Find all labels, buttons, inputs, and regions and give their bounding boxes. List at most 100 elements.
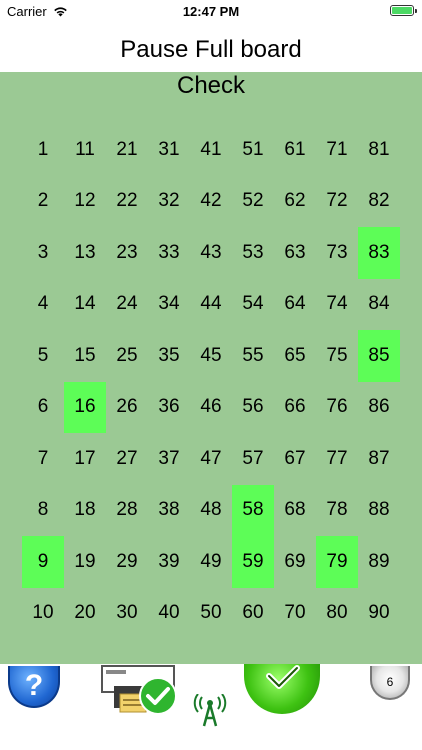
- number-cell[interactable]: 18: [64, 485, 106, 537]
- number-cell[interactable]: 28: [106, 485, 148, 537]
- number-cell[interactable]: 5: [22, 330, 64, 382]
- number-cell[interactable]: 58: [232, 484, 274, 536]
- help-icon-glyph: ?: [24, 669, 44, 702]
- number-cell[interactable]: 74: [316, 279, 358, 331]
- number-cell[interactable]: 69: [274, 536, 316, 588]
- status-time: 12:47 PM: [182, 4, 240, 19]
- number-cell[interactable]: 53: [232, 227, 274, 279]
- number-cell[interactable]: 52: [232, 176, 274, 228]
- number-cell[interactable]: 41: [190, 124, 232, 176]
- number-cell[interactable]: 4: [22, 279, 64, 331]
- number-cell[interactable]: 84: [358, 279, 400, 331]
- number-cell[interactable]: 70: [274, 588, 316, 640]
- number-cell[interactable]: 80: [316, 588, 358, 640]
- number-cell[interactable]: 85: [358, 330, 400, 382]
- number-cell[interactable]: 89: [358, 536, 400, 588]
- number-cell[interactable]: 56: [232, 382, 274, 434]
- counter-icon[interactable]: 6: [370, 666, 410, 700]
- number-cell[interactable]: 55: [232, 330, 274, 382]
- number-cell[interactable]: 32: [148, 176, 190, 228]
- number-cell[interactable]: 44: [190, 279, 232, 331]
- number-cell[interactable]: 30: [106, 588, 148, 640]
- number-cell[interactable]: 57: [232, 433, 274, 485]
- number-cell[interactable]: 20: [64, 588, 106, 640]
- number-cell[interactable]: 90: [358, 588, 400, 640]
- number-cell[interactable]: 9: [22, 536, 64, 588]
- number-cell[interactable]: 51: [232, 124, 274, 176]
- number-cell[interactable]: 39: [148, 536, 190, 588]
- number-cell[interactable]: 83: [358, 227, 400, 279]
- status-bar: Carrier 12:47 PM: [0, 0, 422, 22]
- number-cell[interactable]: 64: [274, 279, 316, 331]
- number-cell[interactable]: 88: [358, 485, 400, 537]
- number-cell[interactable]: 75: [316, 330, 358, 382]
- number-cell[interactable]: 17: [64, 433, 106, 485]
- number-cell[interactable]: 72: [316, 176, 358, 228]
- number-cell[interactable]: 67: [274, 433, 316, 485]
- number-cell[interactable]: 11: [64, 124, 106, 176]
- number-cell[interactable]: 27: [106, 433, 148, 485]
- number-cell[interactable]: 37: [148, 433, 190, 485]
- number-cell[interactable]: 38: [148, 485, 190, 537]
- check-button-icon: [266, 665, 300, 689]
- number-cell[interactable]: 34: [148, 279, 190, 331]
- check-label[interactable]: Check: [0, 72, 422, 100]
- number-cell[interactable]: 3: [22, 227, 64, 279]
- number-cell[interactable]: 16: [64, 381, 106, 433]
- number-cell[interactable]: 26: [106, 382, 148, 434]
- number-cell[interactable]: 23: [106, 227, 148, 279]
- number-cell[interactable]: 40: [148, 588, 190, 640]
- number-cell[interactable]: 6: [22, 382, 64, 434]
- number-cell[interactable]: 50: [190, 588, 232, 640]
- number-cell[interactable]: 60: [232, 588, 274, 640]
- number-cell[interactable]: 82: [358, 176, 400, 228]
- number-cell[interactable]: 7: [22, 433, 64, 485]
- number-cell[interactable]: 68: [274, 485, 316, 537]
- number-cell[interactable]: 21: [106, 124, 148, 176]
- number-cell[interactable]: 65: [274, 330, 316, 382]
- number-cell[interactable]: 66: [274, 382, 316, 434]
- number-cell[interactable]: 47: [190, 433, 232, 485]
- number-cell[interactable]: 43: [190, 227, 232, 279]
- number-cell[interactable]: 62: [274, 176, 316, 228]
- number-cell[interactable]: 8: [22, 485, 64, 537]
- number-cell[interactable]: 71: [316, 124, 358, 176]
- number-cell[interactable]: 45: [190, 330, 232, 382]
- number-cell[interactable]: 81: [358, 124, 400, 176]
- number-cell[interactable]: 54: [232, 279, 274, 331]
- number-cell[interactable]: 73: [316, 227, 358, 279]
- number-cell[interactable]: 25: [106, 330, 148, 382]
- number-cell[interactable]: 86: [358, 382, 400, 434]
- number-cell[interactable]: 13: [64, 227, 106, 279]
- number-cell[interactable]: 77: [316, 433, 358, 485]
- check-button[interactable]: [244, 664, 320, 714]
- help-icon[interactable]: ?: [8, 666, 60, 708]
- number-cell[interactable]: 2: [22, 176, 64, 228]
- number-cell[interactable]: 46: [190, 382, 232, 434]
- number-cell[interactable]: 42: [190, 176, 232, 228]
- number-cell[interactable]: 31: [148, 124, 190, 176]
- number-cell[interactable]: 19: [64, 536, 106, 588]
- number-cell[interactable]: 61: [274, 124, 316, 176]
- number-cell[interactable]: 79: [316, 536, 358, 588]
- number-cell[interactable]: 35: [148, 330, 190, 382]
- number-cell[interactable]: 76: [316, 382, 358, 434]
- number-cell[interactable]: 78: [316, 485, 358, 537]
- number-cell[interactable]: 1: [22, 124, 64, 176]
- number-cell[interactable]: 14: [64, 279, 106, 331]
- number-cell[interactable]: 29: [106, 536, 148, 588]
- number-cell[interactable]: 24: [106, 279, 148, 331]
- number-cell[interactable]: 22: [106, 176, 148, 228]
- number-cell[interactable]: 36: [148, 382, 190, 434]
- number-cell[interactable]: 49: [190, 536, 232, 588]
- number-cell[interactable]: 63: [274, 227, 316, 279]
- number-cell[interactable]: 87: [358, 433, 400, 485]
- antenna-icon[interactable]: [192, 694, 228, 728]
- number-cell[interactable]: 15: [64, 330, 106, 382]
- number-cell[interactable]: 33: [148, 227, 190, 279]
- number-cell[interactable]: 12: [64, 176, 106, 228]
- save-check-icon[interactable]: [100, 664, 180, 718]
- number-cell[interactable]: 59: [232, 536, 274, 588]
- number-cell[interactable]: 10: [22, 588, 64, 640]
- number-cell[interactable]: 48: [190, 485, 232, 537]
